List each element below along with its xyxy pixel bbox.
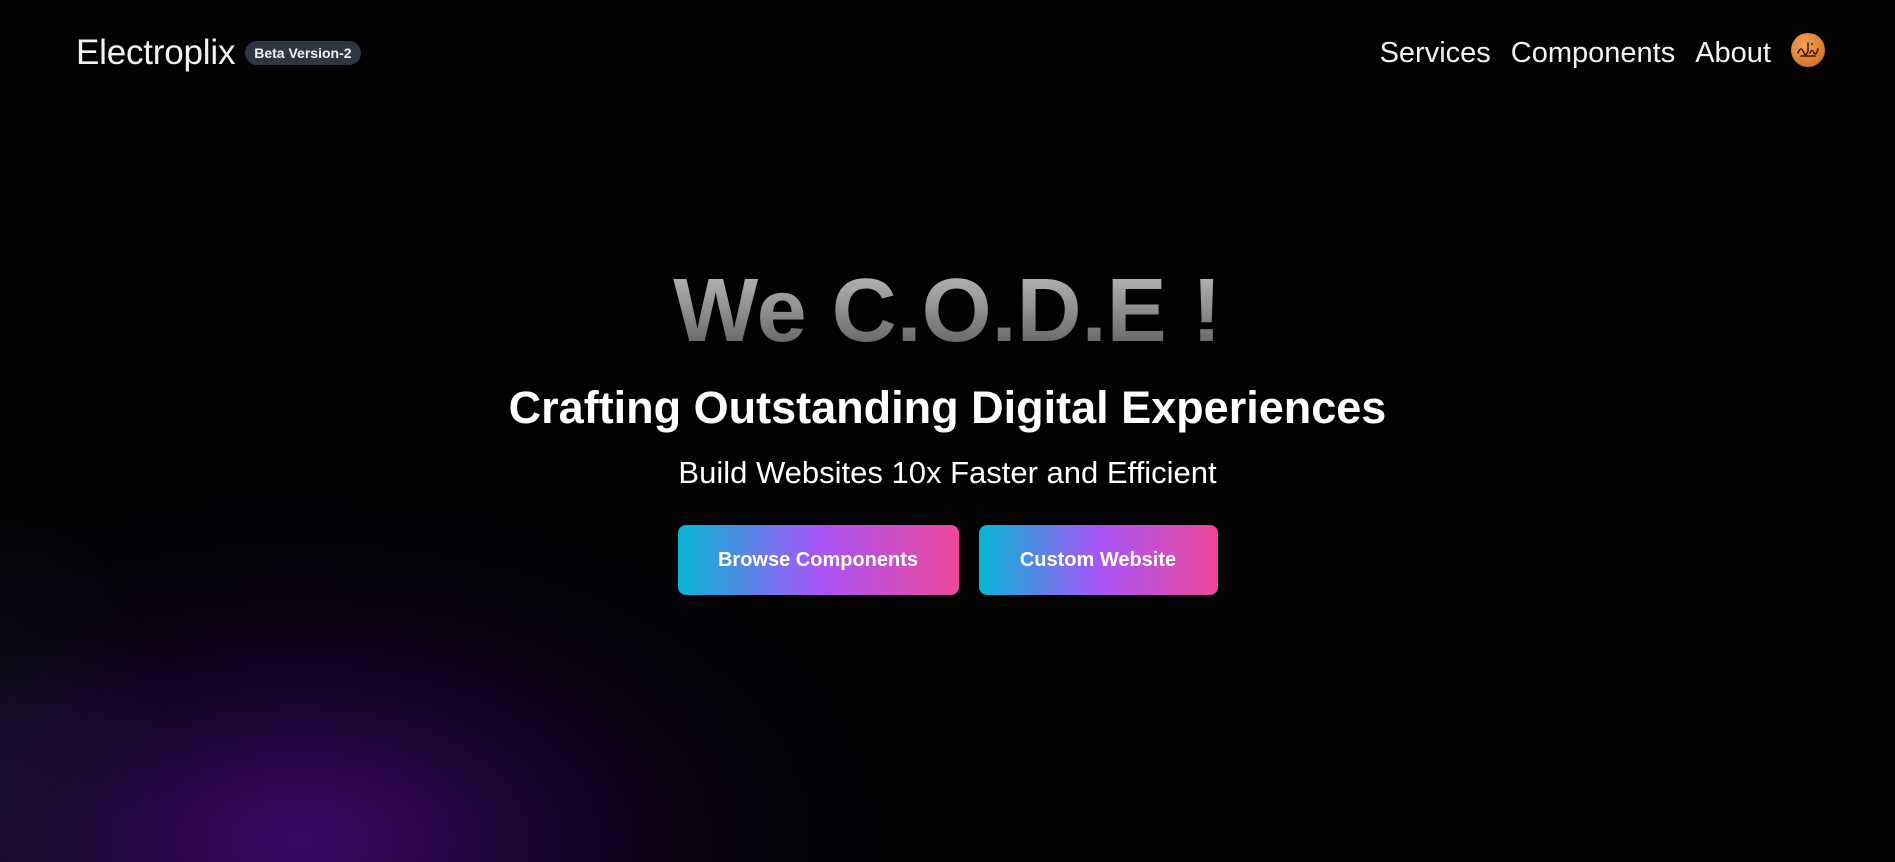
top-navbar: Electroplix Beta Version-2 Services Comp… <box>0 0 1895 106</box>
nav-links: Services Components About <box>1380 33 1825 70</box>
cta-row: Browse Components Custom Website <box>0 525 1895 595</box>
brand[interactable]: Electroplix Beta Version-2 <box>76 33 361 73</box>
hero-subtitle: Crafting Outstanding Digital Experiences <box>508 382 1387 433</box>
nav-link-components[interactable]: Components <box>1511 37 1675 70</box>
calligraphy-logo-icon <box>1797 42 1819 57</box>
hero-tagline: Build Websites 10x Faster and Efficient <box>678 455 1217 490</box>
hero-title: We C.O.D.E ! <box>0 266 1895 356</box>
browse-components-button[interactable]: Browse Components <box>677 525 959 595</box>
nav-link-services[interactable]: Services <box>1380 37 1491 70</box>
avatar-logo-icon[interactable] <box>1791 33 1825 67</box>
custom-website-button[interactable]: Custom Website <box>978 525 1218 595</box>
page: Electroplix Beta Version-2 Services Comp… <box>0 0 1895 862</box>
brand-name[interactable]: Electroplix <box>76 33 235 73</box>
beta-badge: Beta Version-2 <box>245 41 361 65</box>
nav-link-about[interactable]: About <box>1695 37 1771 70</box>
